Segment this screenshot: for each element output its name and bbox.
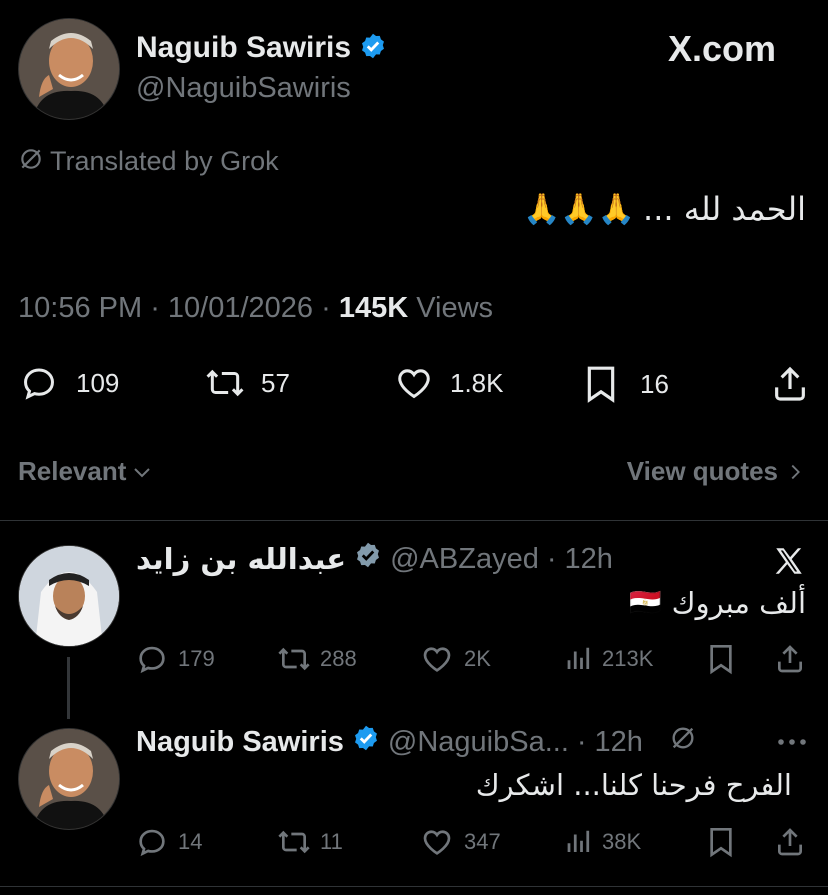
- bookmark-icon: [710, 645, 732, 675]
- reply-text: الفرح فرحنا كلنا... اشكرك: [475, 768, 792, 802]
- views-label: Views: [416, 292, 494, 324]
- x-logo-icon[interactable]: [772, 544, 806, 583]
- reply-like-count: 347: [464, 829, 501, 854]
- heart-icon: [423, 647, 451, 672]
- reply-share-button[interactable]: [774, 826, 806, 863]
- egypt-flag: 🇪🇬: [629, 588, 662, 618]
- reply-icon: [24, 368, 54, 400]
- repost-icon: [278, 647, 310, 671]
- bookmark-icon: [587, 366, 615, 403]
- share-icon: [778, 828, 802, 856]
- translated-by-label[interactable]: Translated by Grok: [50, 146, 279, 177]
- reply-button[interactable]: 109: [20, 364, 119, 402]
- like-count: 1.8K: [450, 367, 504, 398]
- bookmark-count: 16: [640, 368, 669, 399]
- x-brand-label: X.com: [668, 28, 777, 69]
- sort-label: Relevant: [18, 456, 127, 486]
- reply-bookmark-button[interactable]: [706, 826, 736, 863]
- view-quotes-link[interactable]: View quotes: [627, 456, 806, 487]
- reply-handle[interactable]: @NaguibSa...: [388, 726, 569, 759]
- repost-count: 57: [261, 367, 290, 398]
- reply-repost-button[interactable]: 288: [276, 643, 357, 675]
- author-name[interactable]: Naguib Sawiris: [136, 31, 351, 65]
- chevron-right-icon: [791, 464, 800, 479]
- share-button[interactable]: [770, 364, 810, 409]
- views-icon: [567, 830, 590, 852]
- reply-time[interactable]: 12h: [565, 543, 613, 576]
- reply-views-button[interactable]: 213K: [564, 643, 653, 675]
- share-icon: [775, 366, 805, 401]
- verified-badge-icon: [352, 724, 380, 760]
- reply-views-count: 38K: [602, 829, 642, 854]
- divider: [0, 886, 828, 887]
- reply-share-button[interactable]: [774, 643, 806, 680]
- reply-avatar[interactable]: [18, 545, 120, 647]
- meta-dot: ·: [576, 725, 587, 758]
- reply-author-name[interactable]: Naguib Sawiris: [136, 726, 344, 759]
- tweet-text: الحمد لله ...: [643, 190, 806, 228]
- divider: [0, 520, 828, 521]
- reply-icon: [139, 646, 165, 674]
- views-icon: [567, 647, 590, 669]
- reply-repost-button[interactable]: 11: [276, 826, 343, 858]
- reply-views-button[interactable]: 38K: [564, 826, 641, 858]
- repost-icon: [206, 369, 244, 397]
- share-icon: [778, 645, 802, 673]
- reply-repost-count: 11: [320, 829, 343, 854]
- grok-slash-icon[interactable]: [669, 724, 697, 760]
- heart-icon: [423, 830, 451, 855]
- heart-icon: [398, 369, 430, 399]
- reply-text: ألف مبروك: [671, 586, 806, 620]
- author-avatar[interactable]: [18, 18, 120, 120]
- tweet-emojis: 🙏🙏🙏: [522, 191, 636, 227]
- repost-button[interactable]: 57: [203, 364, 290, 402]
- repost-icon: [278, 830, 310, 854]
- bookmark-button[interactable]: 16: [584, 364, 669, 404]
- reply-icon: [139, 829, 165, 857]
- chevron-down-icon: [134, 467, 151, 477]
- reply-views-count: 213K: [602, 646, 654, 671]
- reply-time[interactable]: 12h: [595, 726, 643, 759]
- reply-reply-count: 14: [178, 829, 203, 854]
- meta-dot: ·: [546, 542, 557, 575]
- author-handle[interactable]: @NaguibSawiris: [136, 72, 351, 105]
- reply-reply-count: 179: [178, 646, 215, 671]
- reply-count: 109: [76, 367, 120, 398]
- bookmark-icon: [710, 828, 732, 858]
- reply-reply-button[interactable]: 179: [136, 643, 215, 675]
- view-quotes-label: View quotes: [626, 456, 778, 486]
- meta-dot: ·: [142, 292, 168, 324]
- reply-bookmark-button[interactable]: [706, 643, 736, 680]
- verified-badge-icon: [359, 32, 387, 65]
- views-count[interactable]: 145K: [339, 292, 408, 325]
- reply-reply-button[interactable]: 14: [136, 826, 202, 858]
- more-options-icon[interactable]: [776, 732, 808, 757]
- tweet-date[interactable]: 10/01/2026: [168, 292, 313, 325]
- reply-repost-count: 288: [320, 646, 357, 671]
- reply-avatar[interactable]: [18, 728, 120, 830]
- meta-dot: ·: [313, 292, 339, 324]
- reply-like-count: 2K: [464, 646, 491, 671]
- verified-grey-badge-icon: [354, 541, 382, 577]
- thread-line: [67, 657, 70, 719]
- like-button[interactable]: 1.8K: [394, 364, 504, 402]
- reply-author-name[interactable]: عبدالله بن زايد: [136, 542, 346, 576]
- reply-like-button[interactable]: 347: [420, 826, 501, 858]
- sort-dropdown[interactable]: Relevant: [18, 456, 154, 487]
- reply-like-button[interactable]: 2K: [420, 643, 491, 675]
- grok-slash-icon: [18, 146, 44, 177]
- tweet-time[interactable]: 10:56 PM: [18, 292, 142, 325]
- reply-handle[interactable]: @ABZayed: [390, 543, 539, 576]
